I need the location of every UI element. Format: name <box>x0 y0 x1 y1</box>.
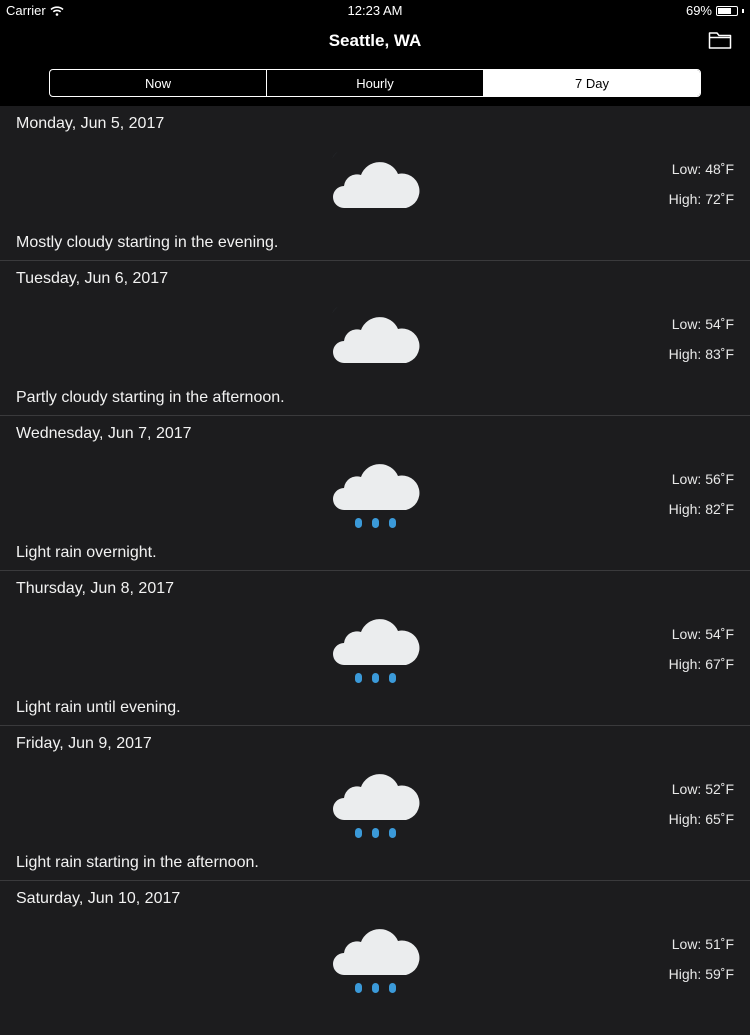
high-temp: High: 82˚F <box>668 501 734 517</box>
forecast-summary: Light rain overnight. <box>16 544 157 561</box>
segment-7-day[interactable]: 7 Day <box>484 70 700 96</box>
temperature-range: Low: 54˚F High: 67˚F <box>669 619 734 679</box>
temperature-range: Low: 51˚F High: 59˚F <box>669 929 734 989</box>
battery-percent: 69% <box>685 3 712 18</box>
page-title: Seattle, WA <box>328 31 422 50</box>
rain-icon <box>333 619 420 683</box>
status-bar: Carrier 12:23 AM 69% <box>0 0 750 22</box>
segment-bar: Now Hourly 7 Day <box>0 62 750 106</box>
temperature-range: Low: 48˚F High: 72˚F <box>669 154 734 214</box>
temperature-range: Low: 56˚F High: 82˚F <box>669 464 734 524</box>
navigation-bar: Seattle, WA <box>0 22 750 62</box>
high-temp: High: 65˚F <box>668 811 734 827</box>
forecast-row[interactable]: Monday, Jun 5, 2017 Low: 48˚F High: 72˚F… <box>0 106 750 261</box>
forecast-row[interactable]: Friday, Jun 9, 2017 Low: 52˚F High: 65˚F… <box>0 726 750 881</box>
low-temp: Low: 54˚F <box>671 316 734 332</box>
battery-indicator: 69% <box>686 3 744 18</box>
high-temp: High: 59˚F <box>668 966 734 982</box>
rain-icon <box>333 774 420 838</box>
temperature-range: Low: 54˚F High: 83˚F <box>669 309 734 369</box>
segment-hourly[interactable]: Hourly <box>267 70 484 96</box>
low-temp: Low: 48˚F <box>671 161 734 177</box>
forecast-date: Tuesday, Jun 6, 2017 <box>16 270 169 287</box>
low-temp: Low: 51˚F <box>671 936 734 952</box>
temperature-range: Low: 52˚F High: 65˚F <box>669 774 734 834</box>
partly-cloudy-night-icon <box>330 305 420 363</box>
forecast-row[interactable]: Tuesday, Jun 6, 2017 Low: 54˚F High: 83˚… <box>0 261 750 416</box>
forecast-list: Monday, Jun 5, 2017 Low: 48˚F High: 72˚F… <box>0 106 750 1035</box>
low-temp: Low: 52˚F <box>671 781 734 797</box>
forecast-summary: Light rain until evening. <box>16 699 181 716</box>
forecast-summary: Light rain starting in the afternoon. <box>16 854 259 871</box>
forecast-date: Saturday, Jun 10, 2017 <box>16 890 181 907</box>
low-temp: Low: 54˚F <box>671 626 734 642</box>
partly-cloudy-night-icon <box>330 150 420 208</box>
segment-now[interactable]: Now <box>50 70 267 96</box>
forecast-summary: Mostly cloudy starting in the evening. <box>16 234 279 251</box>
forecast-date: Friday, Jun 9, 2017 <box>16 735 152 752</box>
segmented-control: Now Hourly 7 Day <box>49 69 701 97</box>
forecast-row[interactable]: Wednesday, Jun 7, 2017 Low: 56˚F High: 8… <box>0 416 750 571</box>
forecast-row[interactable]: Thursday, Jun 8, 2017 Low: 54˚F High: 67… <box>0 571 750 726</box>
rain-icon <box>333 929 420 993</box>
rain-icon <box>333 464 420 528</box>
high-temp: High: 67˚F <box>668 656 734 672</box>
forecast-date: Thursday, Jun 8, 2017 <box>16 580 175 597</box>
high-temp: High: 83˚F <box>668 346 734 362</box>
high-temp: High: 72˚F <box>668 191 734 207</box>
forecast-row[interactable]: Saturday, Jun 10, 2017 Low: 51˚F High: 5… <box>0 881 750 1035</box>
forecast-summary: Partly cloudy starting in the afternoon. <box>16 389 285 406</box>
folder-icon[interactable] <box>708 30 732 50</box>
forecast-date: Wednesday, Jun 7, 2017 <box>16 425 192 442</box>
battery-icon <box>716 5 738 16</box>
status-time: 12:23 AM <box>347 3 403 18</box>
low-temp: Low: 56˚F <box>671 471 734 487</box>
forecast-date: Monday, Jun 5, 2017 <box>16 115 165 132</box>
